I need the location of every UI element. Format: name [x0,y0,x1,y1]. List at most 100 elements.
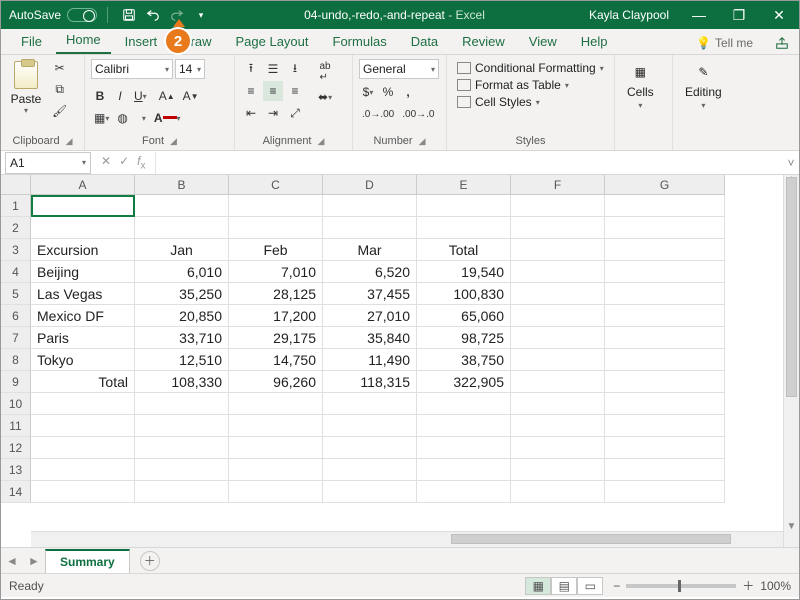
cell-F1[interactable] [511,195,605,217]
cell-G1[interactable] [605,195,725,217]
cell-C4[interactable]: 7,010 [229,261,323,283]
cell-E4[interactable]: 19,540 [417,261,511,283]
cell-D11[interactable] [323,415,417,437]
name-box[interactable]: A1▾ [5,152,91,174]
minimize-button[interactable]: ― [679,1,719,29]
cell-D10[interactable] [323,393,417,415]
cell-C12[interactable] [229,437,323,459]
cell-styles-button[interactable]: Cell Styles▾ [457,95,604,109]
dialog-launcher-icon[interactable]: ◢ [62,136,73,147]
row-header-9[interactable]: 9 [1,371,31,393]
cell-B4[interactable]: 6,010 [135,261,229,283]
cell-B6[interactable]: 20,850 [135,305,229,327]
fill-color-button[interactable]: ◍▾ [114,109,149,127]
cell-F3[interactable] [511,239,605,261]
increase-font-button[interactable]: A▲ [156,87,178,105]
row-header-1[interactable]: 1 [1,195,31,217]
column-header-F[interactable]: F [511,175,605,195]
cell-G12[interactable] [605,437,725,459]
editing-button[interactable]: ✎Editing▾ [679,59,728,112]
font-name-select[interactable]: Calibri▾ [91,59,173,79]
cell-G11[interactable] [605,415,725,437]
cell-E14[interactable] [417,481,511,503]
column-header-G[interactable]: G [605,175,725,195]
cell-C1[interactable] [229,195,323,217]
decrease-font-button[interactable]: A▼ [180,87,202,105]
cell-E7[interactable]: 98,725 [417,327,511,349]
cell-F9[interactable] [511,371,605,393]
cell-F12[interactable] [511,437,605,459]
cell-F2[interactable] [511,217,605,239]
view-normal-button[interactable]: ▦ [525,577,551,595]
dialog-launcher-icon[interactable]: ◢ [166,136,177,147]
cell-F10[interactable] [511,393,605,415]
conditional-formatting-button[interactable]: Conditional Formatting▾ [457,61,604,75]
cell-D7[interactable]: 35,840 [323,327,417,349]
cell-F11[interactable] [511,415,605,437]
cell-G5[interactable] [605,283,725,305]
column-header-E[interactable]: E [417,175,511,195]
column-header-A[interactable]: A [31,175,135,195]
increase-decimal-button[interactable]: .0→.00 [359,105,397,123]
cell-E1[interactable] [417,195,511,217]
align-top-button[interactable]: ⭱ [241,59,261,79]
cells-button[interactable]: ▦Cells▾ [621,59,660,112]
cell-A4[interactable]: Beijing [31,261,135,283]
borders-button[interactable]: ▦▾ [91,109,112,127]
cell-G13[interactable] [605,459,725,481]
cell-A11[interactable] [31,415,135,437]
cell-F13[interactable] [511,459,605,481]
cell-C8[interactable]: 14,750 [229,349,323,371]
row-header-8[interactable]: 8 [1,349,31,371]
cell-A9[interactable]: Total [31,371,135,393]
cell-D8[interactable]: 11,490 [323,349,417,371]
row-header-6[interactable]: 6 [1,305,31,327]
tab-help[interactable]: Help [571,31,618,54]
cell-D9[interactable]: 118,315 [323,371,417,393]
cell-A3[interactable]: Excursion [31,239,135,261]
cell-B14[interactable] [135,481,229,503]
accounting-button[interactable]: $▾ [359,83,377,101]
row-header-4[interactable]: 4 [1,261,31,283]
column-header-B[interactable]: B [135,175,229,195]
cell-E6[interactable]: 65,060 [417,305,511,327]
share-button[interactable] [765,36,799,54]
zoom-slider[interactable] [626,584,736,588]
cell-F14[interactable] [511,481,605,503]
cell-F7[interactable] [511,327,605,349]
tell-me[interactable]: 💡Tell me [688,36,761,54]
view-page-break-button[interactable]: ▭ [577,577,603,595]
cell-E13[interactable] [417,459,511,481]
cell-G7[interactable] [605,327,725,349]
enter-formula-icon[interactable]: ✓ [119,154,129,171]
tab-view[interactable]: View [519,31,567,54]
cell-D4[interactable]: 6,520 [323,261,417,283]
zoom-out-button[interactable]: − [613,579,620,593]
select-all-corner[interactable] [1,175,31,195]
cell-D3[interactable]: Mar [323,239,417,261]
cell-F5[interactable] [511,283,605,305]
wrap-text-button[interactable]: ab↵ [315,59,335,85]
cell-A6[interactable]: Mexico DF [31,305,135,327]
cell-E2[interactable] [417,217,511,239]
cell-G8[interactable] [605,349,725,371]
cell-B12[interactable] [135,437,229,459]
cell-C13[interactable] [229,459,323,481]
save-icon[interactable] [120,6,138,24]
cell-C9[interactable]: 96,260 [229,371,323,393]
cell-A12[interactable] [31,437,135,459]
cell-B1[interactable] [135,195,229,217]
cell-D2[interactable] [323,217,417,239]
paste-button[interactable]: Paste [11,92,42,106]
cell-G3[interactable] [605,239,725,261]
orientation-button[interactable]: ⤢ [285,103,305,123]
cut-button[interactable]: ✂ [49,59,70,77]
row-header-12[interactable]: 12 [1,437,31,459]
cell-D13[interactable] [323,459,417,481]
expand-formula-icon[interactable]: ˅ [783,156,799,170]
cell-B3[interactable]: Jan [135,239,229,261]
cell-B11[interactable] [135,415,229,437]
cell-E3[interactable]: Total [417,239,511,261]
tab-file[interactable]: File [11,31,52,54]
cell-B2[interactable] [135,217,229,239]
